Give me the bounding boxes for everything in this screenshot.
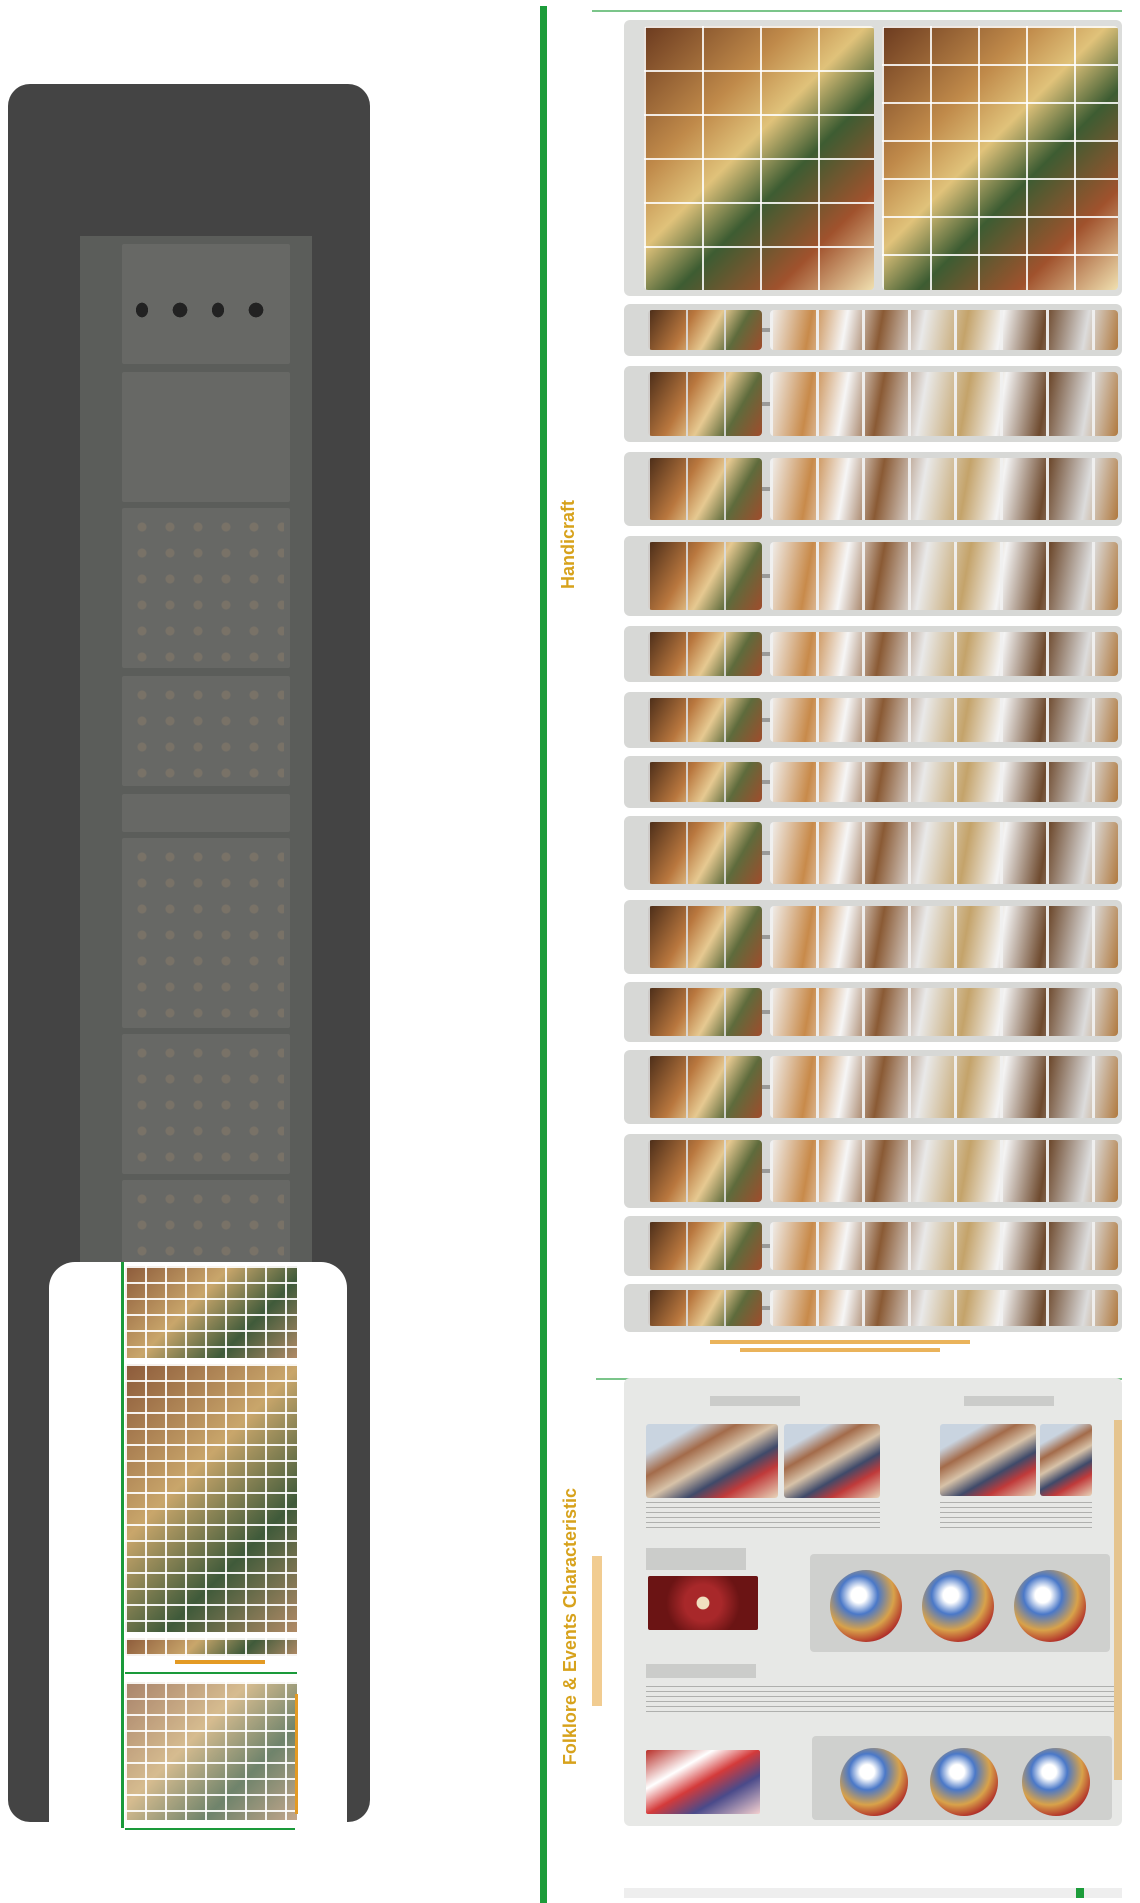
craft-row-5: [624, 626, 1122, 682]
event-title-4: [646, 1664, 756, 1678]
navigator-silhouettes: [122, 294, 290, 326]
event-circle-3a: [830, 1570, 902, 1642]
mini-handicraft-last-row: [125, 1638, 297, 1656]
footer-strip: [624, 1888, 1122, 1898]
navigator-section-photos: [122, 372, 290, 502]
craft-row-9: [624, 900, 1122, 974]
craft-row-3: [624, 452, 1122, 526]
event-title-1: [710, 1396, 800, 1406]
craft-row-12: [624, 1134, 1122, 1208]
mini-handicraft-rows: [125, 1364, 297, 1632]
craft-row-6: [624, 692, 1122, 748]
footer-green-marker: [1076, 1888, 1084, 1898]
mini-food-collage: [125, 1266, 297, 1358]
navigator-section-crafts-d: [122, 1034, 290, 1174]
handicraft-caption: [690, 1338, 990, 1356]
event-photo-5: [646, 1750, 760, 1814]
navigator-section-crafts-b: [122, 676, 290, 786]
mini-caption: [175, 1660, 265, 1664]
food-collage-left: [644, 26, 874, 290]
event-circle-3b: [922, 1570, 994, 1642]
main-page: Handicraft Folklore & Events Characteris…: [540, 0, 1140, 1903]
handicraft-section-label: Handicraft: [558, 500, 578, 590]
page-navigator[interactable]: [8, 84, 370, 1872]
folklore-panel: [624, 1378, 1122, 1826]
folklore-section-label: Folklore & Events Characteristic: [560, 1488, 580, 1766]
mini-folklore-panel: [125, 1682, 297, 1820]
mini-divider: [125, 1672, 297, 1674]
event-group-box-3: [810, 1554, 1110, 1652]
event-title-2: [964, 1396, 1054, 1406]
navigator-section-crafts-c: [122, 838, 290, 1028]
event-photo-1a: [646, 1424, 778, 1498]
event-title-3: [646, 1548, 746, 1570]
navigator-viewport-page: [95, 1262, 301, 1838]
navigator-section-band: [122, 794, 290, 832]
navigator-viewport[interactable]: [49, 1262, 347, 1872]
craft-row-11: [624, 1050, 1122, 1124]
event-description-1: [646, 1502, 880, 1528]
food-collage-right: [882, 26, 1118, 290]
craft-row-10: [624, 982, 1122, 1042]
event-description-2: [940, 1502, 1092, 1528]
mini-green-line: [121, 1262, 124, 1828]
event-circle-5a: [840, 1748, 908, 1816]
event-description-4: [646, 1686, 1114, 1712]
top-divider: [592, 10, 1122, 12]
event-photo-1b: [784, 1424, 880, 1498]
craft-row-4: [624, 536, 1122, 616]
event-photo-2b: [1040, 1424, 1092, 1496]
mini-orange-note: [295, 1694, 298, 1814]
green-vertical-rule: [540, 6, 547, 1903]
craft-row-7: [624, 756, 1122, 808]
event-circle-3c: [1014, 1570, 1086, 1642]
craft-row-2: [624, 366, 1122, 442]
folklore-side-note: [1114, 1420, 1122, 1780]
folklore-subtitle: [592, 1556, 602, 1706]
craft-row-1: [624, 304, 1122, 356]
event-group-box-5: [812, 1736, 1112, 1820]
event-circle-5c: [1022, 1748, 1090, 1816]
event-banner-3: [648, 1576, 758, 1630]
mini-bottom-line: [125, 1828, 295, 1830]
craft-row-8: [624, 816, 1122, 890]
navigator-section-crafts-a: [122, 508, 290, 668]
craft-row-14: [624, 1284, 1122, 1332]
event-circle-5b: [930, 1748, 998, 1816]
craft-row-13: [624, 1216, 1122, 1276]
food-collage-panel: [624, 20, 1122, 296]
event-photo-2a: [940, 1424, 1036, 1496]
